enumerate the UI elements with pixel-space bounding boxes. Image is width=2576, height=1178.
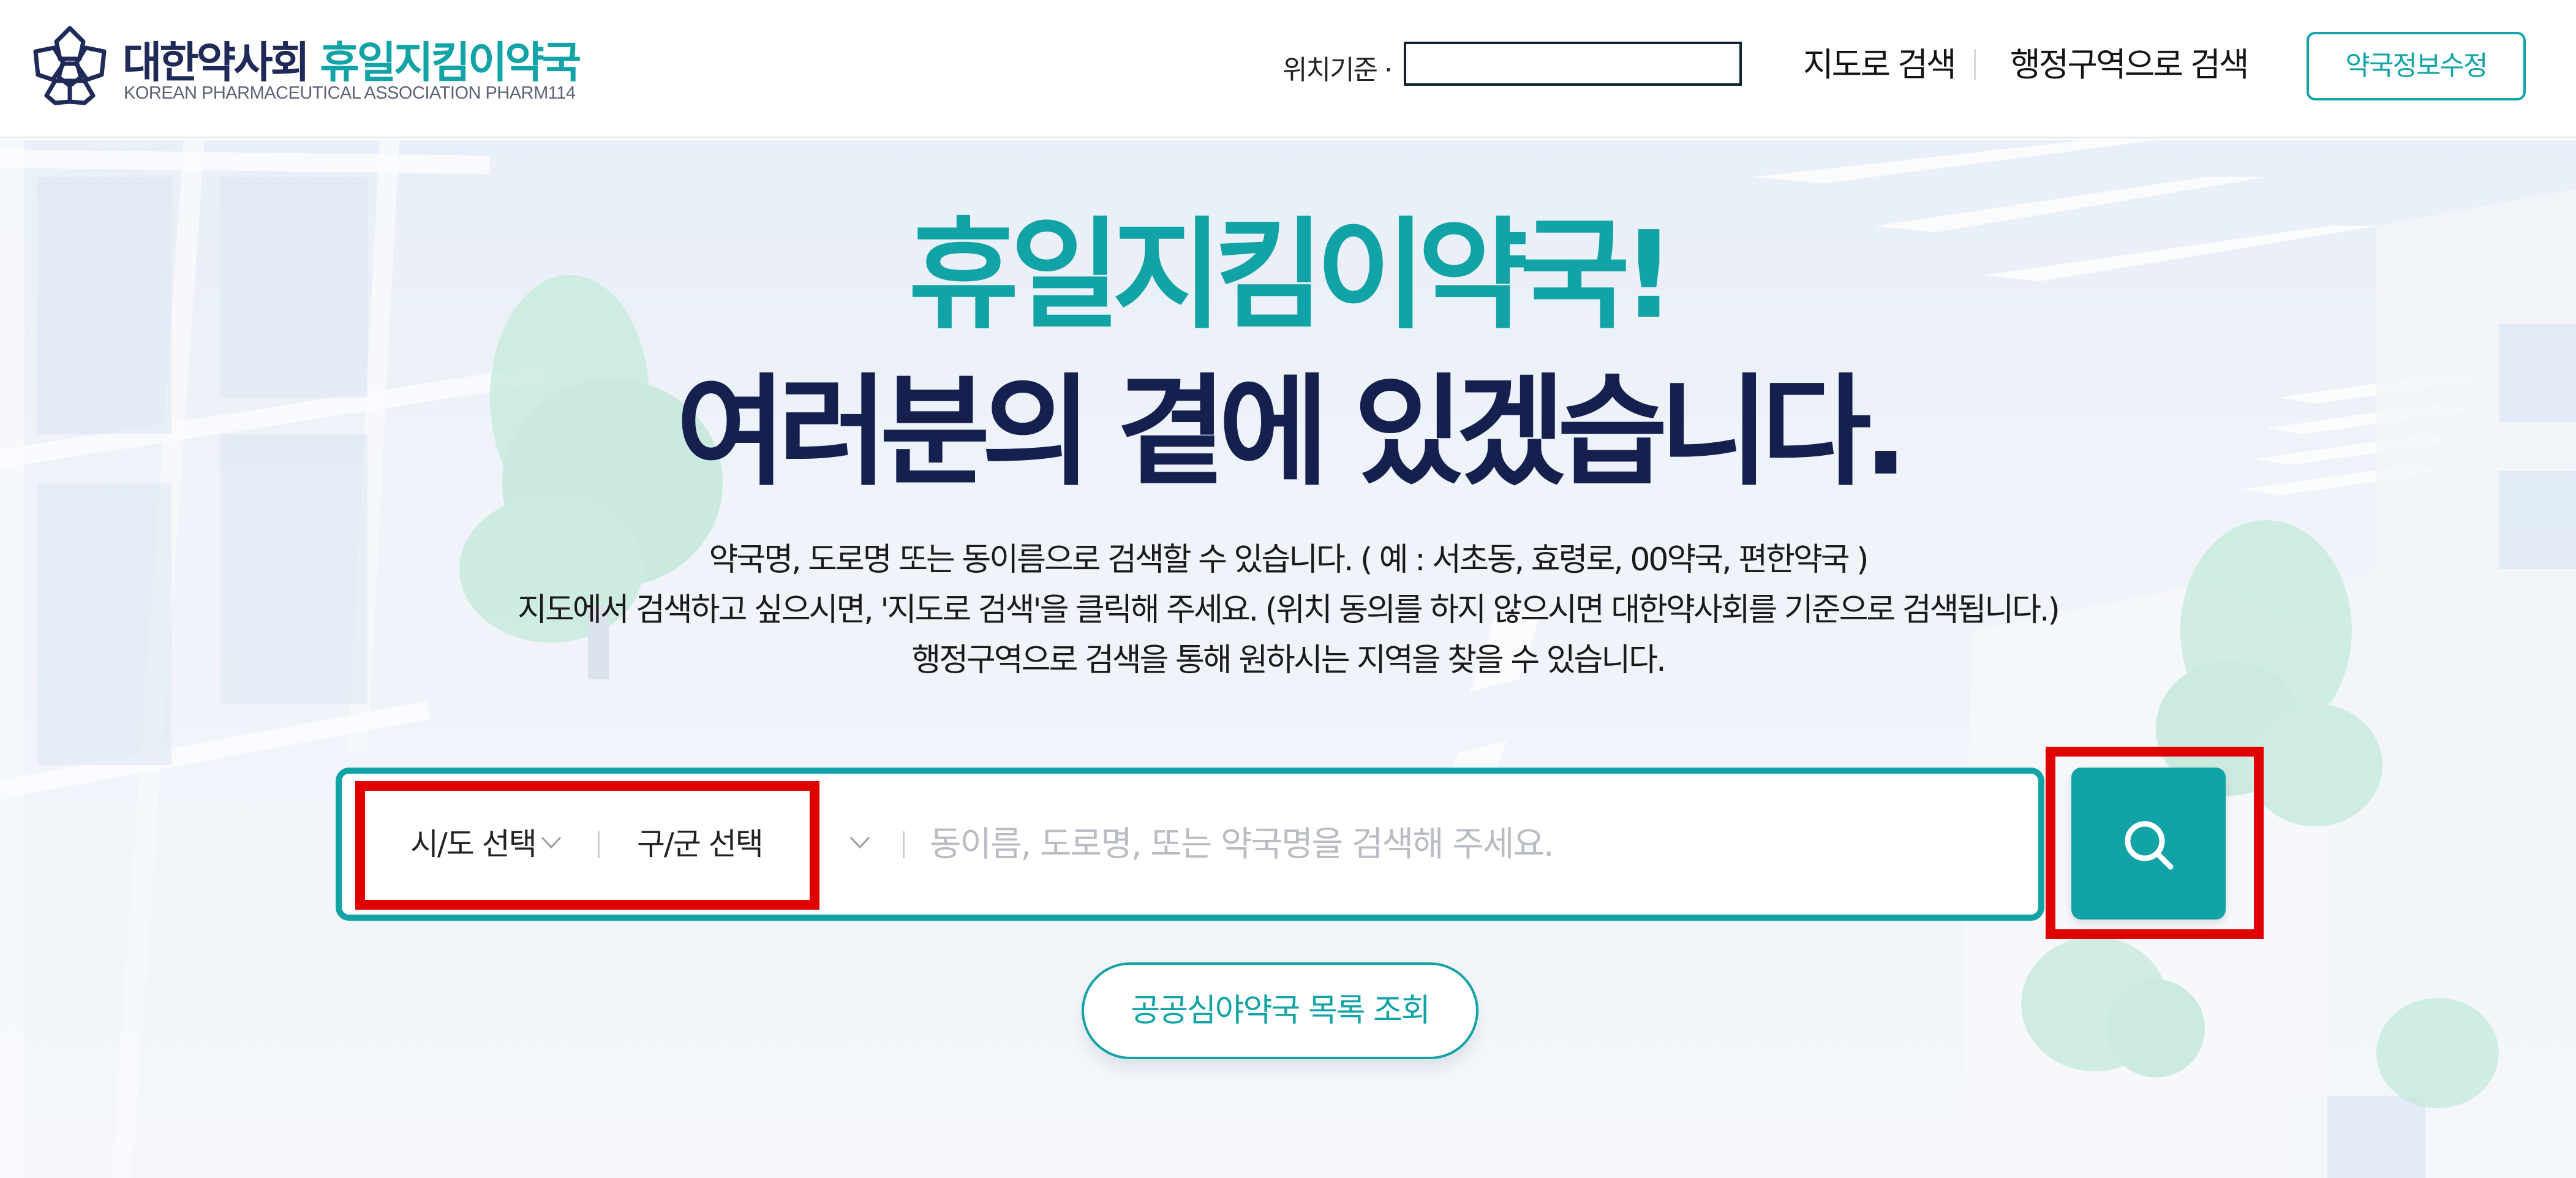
nav-map-search[interactable]: 지도로 검색 — [1803, 43, 1957, 87]
hero-description-line-3: 행정구역으로 검색을 통해 원하시는 지역을 찾을 수 있습니다. — [911, 642, 1666, 679]
field-divider — [903, 831, 905, 858]
search-icon — [2125, 821, 2174, 870]
hero-description-line-2: 지도에서 검색하고 싶으시면, '지도로 검색'을 클릭해 주세요. (위치 동… — [518, 592, 2060, 629]
search-input[interactable] — [930, 792, 2020, 896]
chevron-down-icon — [541, 836, 562, 849]
sido-select[interactable]: 시/도 선택 — [410, 774, 537, 915]
chevron-down-icon — [849, 836, 870, 849]
site-logo[interactable]: 대한약사회 휴일지킴이약국 KOREAN PHARMACEUTICAL ASSO… — [32, 25, 581, 110]
nav-region-search[interactable]: 행정구역으로 검색 — [2010, 43, 2250, 87]
location-basis-input[interactable] — [1404, 42, 1742, 86]
sido-select-label: 시/도 선택 — [410, 826, 537, 862]
logo-title-teal: 휴일지킴이약국 — [320, 37, 581, 88]
search-button[interactable] — [2071, 768, 2226, 919]
hero-title-highlight: 휴일지킴이약국! — [908, 206, 1676, 345]
gugun-select-label: 구/군 선택 — [637, 826, 764, 862]
edit-pharmacy-info-button[interactable]: 약국정보수정 — [2307, 32, 2526, 100]
hero-title-main: 여러분의 곁에 있겠습니다. — [676, 363, 1908, 502]
field-divider — [598, 831, 600, 858]
public-night-pharmacy-list-button[interactable]: 공공심야약국 목록 조회 — [1082, 962, 1478, 1059]
logo-subtitle: KOREAN PHARMACEUTICAL ASSOCIATION PHARM1… — [124, 83, 576, 103]
pharmacy-flower-logo-icon — [33, 26, 107, 105]
search-bar: 시/도 선택 구/군 선택 — [336, 768, 2044, 921]
gugun-select[interactable]: 구/군 선택 — [637, 774, 764, 915]
logo-title-dark: 대한약사회 — [122, 37, 310, 88]
site-header: 대한약사회 휴일지킴이약국 KOREAN PHARMACEUTICAL ASSO… — [0, 0, 2576, 138]
nav-divider — [1974, 49, 1976, 80]
location-basis-label: 위치기준 · — [1282, 55, 1393, 86]
hero-section: 휴일지킴이약국! 여러분의 곁에 있겠습니다. 약국명, 도로명 또는 동이름으… — [0, 140, 2576, 1178]
hero-description-line-1: 약국명, 도로명 또는 동이름으로 검색할 수 있습니다. ( 예 : 서초동,… — [709, 542, 1869, 578]
logo-title: 대한약사회 휴일지킴이약국 — [122, 28, 581, 90]
